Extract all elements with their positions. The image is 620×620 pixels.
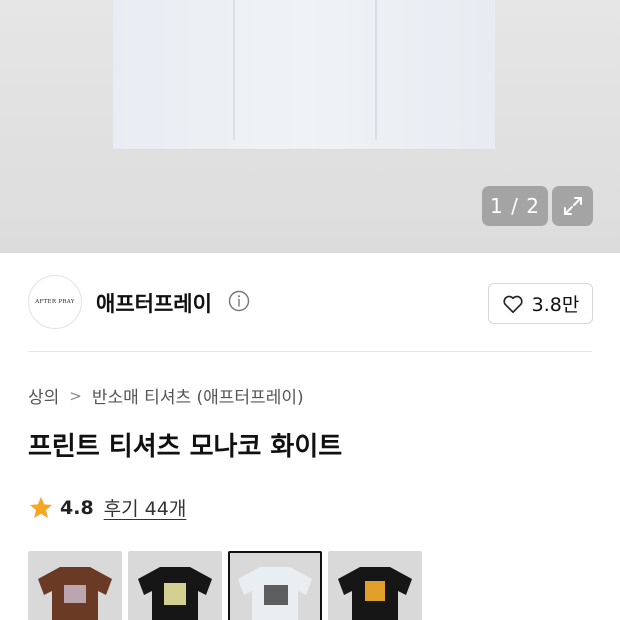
- expand-arrows-icon: [563, 197, 582, 215]
- breadcrumb-category[interactable]: 상의: [28, 383, 59, 408]
- chevron-right-icon: >: [69, 386, 82, 405]
- product-image-gallery[interactable]: 1 / 2: [0, 0, 620, 253]
- shirt-fold-line: [375, 0, 377, 140]
- like-button[interactable]: 3.8만: [488, 283, 593, 324]
- tshirt-image: [38, 567, 112, 620]
- image-counter: 1 / 2: [482, 186, 548, 226]
- rating-row: 4.8 후기 44개: [28, 494, 186, 521]
- expand-button[interactable]: [552, 186, 593, 226]
- brand-name[interactable]: 애프터프레이: [96, 288, 212, 318]
- review-count-link[interactable]: 후기 44개: [104, 494, 187, 521]
- brand-logo-text: AFTER PRAY: [35, 299, 75, 305]
- thumbnail-brown[interactable]: [28, 551, 122, 620]
- star-icon: [29, 496, 53, 518]
- product-title: 프린트 티셔츠 모나코 화이트: [28, 432, 343, 462]
- heart-outline-icon: [503, 295, 523, 313]
- thumbnail-black-1[interactable]: [128, 551, 222, 620]
- info-icon[interactable]: [228, 290, 250, 312]
- tshirt-image: [138, 567, 212, 620]
- brand-logo[interactable]: AFTER PRAY: [28, 275, 82, 329]
- thumbnail-black-2[interactable]: [328, 551, 422, 620]
- divider: [28, 351, 592, 352]
- tshirt-image: [338, 567, 412, 620]
- breadcrumb: 상의 > 반소매 티셔츠 (애프터프레이): [28, 383, 304, 409]
- breadcrumb-subcategory[interactable]: 반소매 티셔츠 (애프터프레이): [92, 383, 304, 408]
- like-count: 3.8만: [531, 294, 580, 316]
- product-image: [113, 0, 495, 150]
- brand-row: AFTER PRAY 애프터프레이 3.8만: [0, 253, 620, 351]
- rating-score: 4.8: [60, 496, 94, 519]
- thumbnail-white-selected[interactable]: [228, 551, 322, 620]
- tshirt-image: [238, 567, 312, 620]
- shirt-fold-line: [233, 0, 235, 140]
- color-thumbnails: [28, 551, 422, 620]
